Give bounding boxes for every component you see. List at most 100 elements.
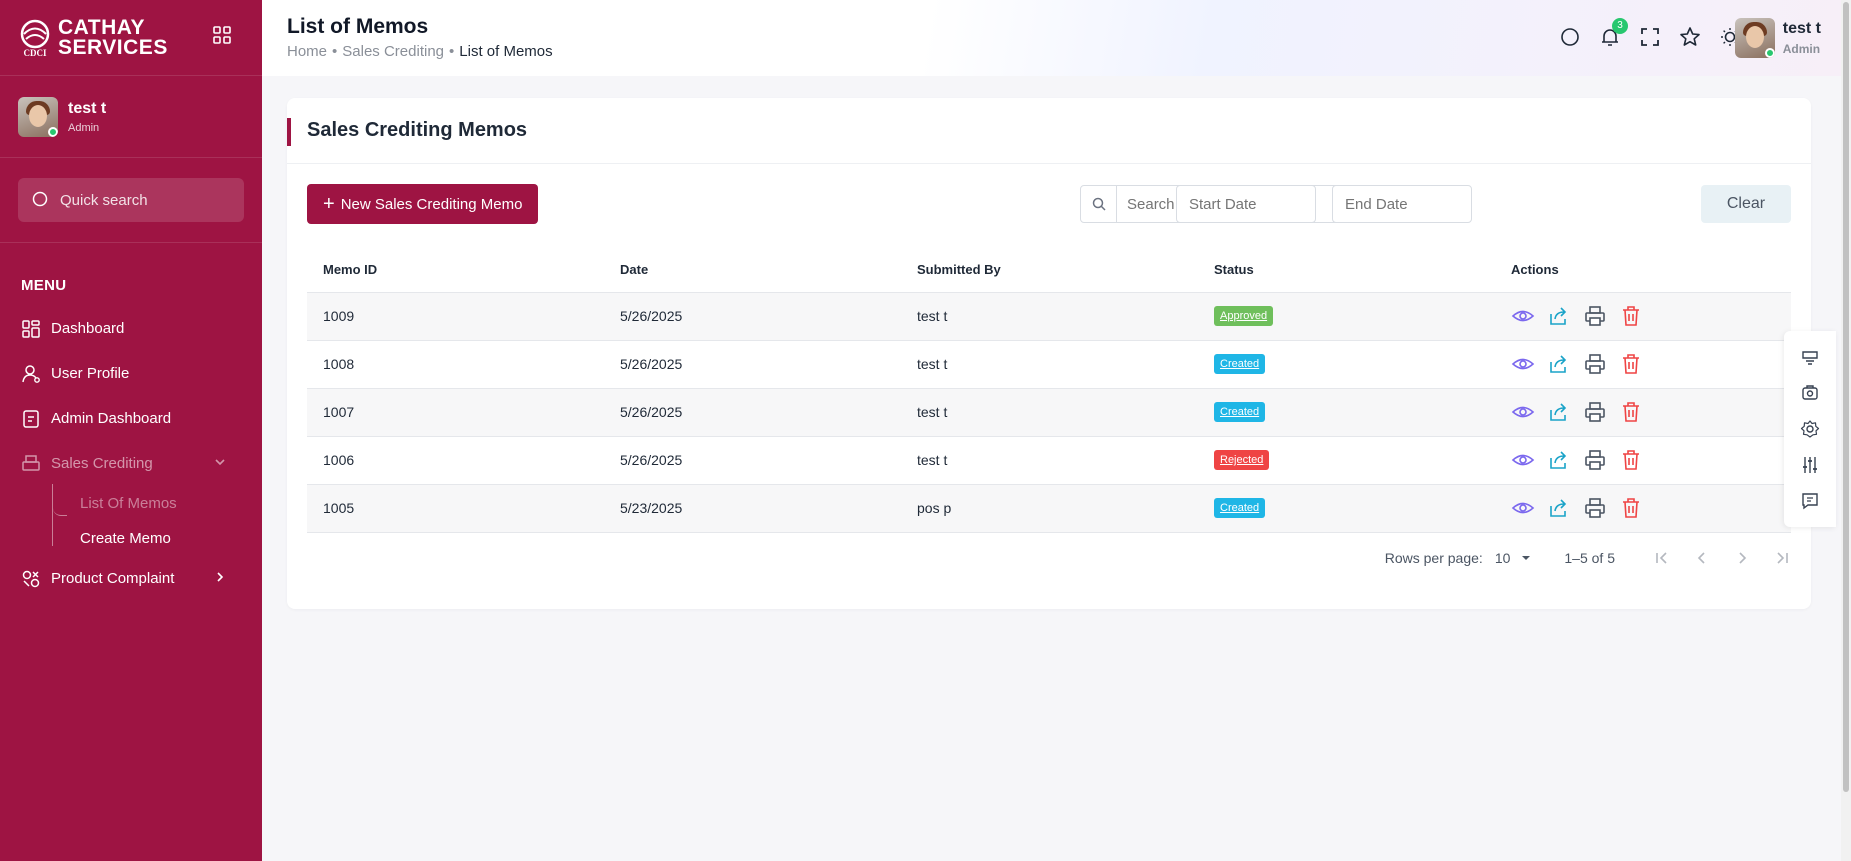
share-icon[interactable] <box>1547 352 1571 376</box>
column-header-submitted-by[interactable]: Submitted By <box>901 248 1198 293</box>
shapes-icon <box>22 570 40 587</box>
end-date-input[interactable] <box>1332 185 1472 223</box>
rows-per-page-value: 10 <box>1494 550 1511 566</box>
print-icon[interactable] <box>1583 400 1607 424</box>
grid-icon[interactable] <box>212 25 232 45</box>
page-title: List of Memos <box>287 15 429 38</box>
sidebar-item-sales-crediting[interactable]: Sales Crediting <box>0 441 262 486</box>
avatar <box>18 96 58 137</box>
sliders-icon[interactable] <box>1800 455 1820 475</box>
column-header-date[interactable]: Date <box>604 248 901 293</box>
sidebar-item-admin-dashboard[interactable]: Admin Dashboard <box>0 396 262 441</box>
delete-icon[interactable] <box>1619 352 1643 376</box>
table-row[interactable]: 1008 5/26/2025 test t Created <box>307 340 1791 389</box>
title-accent-bar <box>287 118 291 146</box>
new-memo-button[interactable]: + New Sales Crediting Memo <box>307 184 539 224</box>
quick-search-placeholder: Quick search <box>60 191 148 209</box>
delete-icon[interactable] <box>1619 496 1643 520</box>
dashboard-icon <box>22 319 40 338</box>
print-icon[interactable] <box>1583 352 1607 376</box>
quick-search[interactable]: Quick search <box>18 178 244 222</box>
table-row[interactable]: 1006 5/26/2025 test t Rejected <box>307 436 1791 485</box>
delete-icon[interactable] <box>1619 304 1643 328</box>
notification-badge: 3 <box>1612 18 1628 34</box>
first-page-icon[interactable] <box>1653 549 1671 567</box>
status-badge[interactable]: Created <box>1214 354 1266 374</box>
floating-toolbar <box>1784 331 1836 527</box>
brand[interactable]: CDCI CATHAY SERVICES <box>0 0 262 76</box>
header-user-role: Admin <box>1782 42 1821 56</box>
column-header-memo-id[interactable]: Memo ID <box>307 248 604 293</box>
next-page-icon[interactable] <box>1733 549 1751 567</box>
previous-page-icon[interactable] <box>1693 549 1711 567</box>
table-row[interactable]: 1005 5/23/2025 pos p Created <box>307 484 1791 533</box>
sidebar-item-label: Dashboard <box>51 320 125 337</box>
eye-icon[interactable] <box>1511 448 1535 472</box>
sidebar-item-label: Admin Dashboard <box>51 410 172 427</box>
share-icon[interactable] <box>1547 448 1571 472</box>
chevron-down-icon <box>215 459 225 466</box>
brand-line2: SERVICES <box>58 35 168 59</box>
table-row[interactable]: 1009 5/26/2025 test t Approved <box>307 292 1791 341</box>
share-icon[interactable] <box>1547 496 1571 520</box>
column-header-status[interactable]: Status <box>1198 248 1495 293</box>
message-icon[interactable] <box>1800 491 1820 511</box>
page-scrollbar[interactable] <box>1841 0 1851 861</box>
memos-card: Sales Crediting Memos + New Sales Crediti… <box>287 98 1811 609</box>
brand-logo-text: CDCI <box>23 48 46 57</box>
cell-date: 5/26/2025 <box>604 388 901 437</box>
breadcrumb-home[interactable]: Home <box>287 43 327 60</box>
sidebar-item-dashboard[interactable]: Dashboard <box>0 306 262 351</box>
status-badge[interactable]: Approved <box>1214 306 1274 326</box>
sidebar-item-user-profile[interactable]: User Profile <box>0 351 262 396</box>
status-badge[interactable]: Created <box>1214 402 1266 422</box>
sidebar-user[interactable]: test t Admin <box>0 76 262 158</box>
theme-icon[interactable] <box>1800 383 1820 403</box>
cell-actions <box>1495 388 1791 437</box>
cell-memo-id: 1009 <box>307 292 604 341</box>
breadcrumb-sales-crediting[interactable]: Sales Crediting <box>342 43 444 60</box>
status-badge[interactable]: Created <box>1214 498 1266 518</box>
cell-date: 5/23/2025 <box>604 484 901 533</box>
last-page-icon[interactable] <box>1773 549 1791 567</box>
cell-submitted-by: test t <box>901 340 1198 389</box>
cell-status: Created <box>1198 340 1495 389</box>
print-icon[interactable] <box>1583 496 1607 520</box>
table-row[interactable]: 1007 5/26/2025 test t Created <box>307 388 1791 437</box>
layout-icon[interactable] <box>1800 347 1820 367</box>
rows-per-page-select[interactable]: 10 <box>1495 550 1535 566</box>
star-icon[interactable] <box>1679 26 1701 48</box>
bell-icon[interactable]: 3 <box>1599 18 1628 48</box>
eye-icon[interactable] <box>1511 400 1535 424</box>
cell-actions <box>1495 292 1791 341</box>
delete-icon[interactable] <box>1619 448 1643 472</box>
brand-logo: CDCI <box>18 19 52 58</box>
header-user-name: test t <box>1782 20 1821 37</box>
delete-icon[interactable] <box>1619 400 1643 424</box>
share-icon[interactable] <box>1547 400 1571 424</box>
status-badge[interactable]: Rejected <box>1214 450 1270 470</box>
clear-button[interactable]: Clear <box>1701 185 1791 223</box>
circle-icon[interactable] <box>1559 26 1581 48</box>
search-icon <box>32 191 48 207</box>
sidebar-user-name: test t <box>68 99 107 117</box>
print-icon[interactable] <box>1583 304 1607 328</box>
fullscreen-icon[interactable] <box>1639 26 1661 48</box>
start-date-input[interactable] <box>1176 185 1316 223</box>
sidebar-subitem-list-of-memos[interactable]: List Of Memos <box>0 486 262 521</box>
eye-icon[interactable] <box>1511 496 1535 520</box>
print-icon[interactable] <box>1583 448 1607 472</box>
search-icon <box>1081 186 1117 222</box>
memos-table: Memo ID Date Submitted By Status Actions… <box>307 248 1791 533</box>
sidebar-subitem-create-memo[interactable]: Create Memo <box>0 521 262 556</box>
new-memo-label: New Sales Crediting Memo <box>340 195 523 213</box>
share-icon[interactable] <box>1547 304 1571 328</box>
user-icon <box>22 364 40 383</box>
settings-icon[interactable] <box>1800 419 1820 439</box>
sidebar-item-product-complaint[interactable]: Product Complaint <box>0 556 262 601</box>
eye-icon[interactable] <box>1511 352 1535 376</box>
brand-line1: CATHAY <box>58 15 146 39</box>
header-user[interactable]: test t Admin <box>1734 18 1821 58</box>
eye-icon[interactable] <box>1511 304 1535 328</box>
rows-per-page-label: Rows per page: <box>1384 550 1483 566</box>
